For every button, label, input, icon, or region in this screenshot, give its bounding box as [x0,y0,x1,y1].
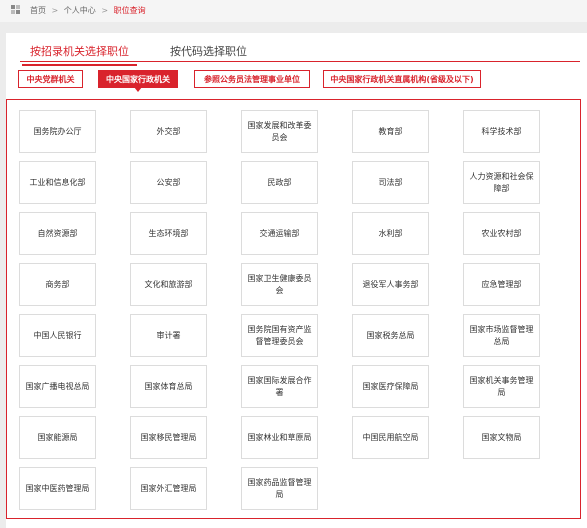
home-icon [11,5,20,14]
department-list-box: 国务院办公厅 外交部 国家发展和改革委员会 教育部 科学技术部工业和信息化部 公安部 民政部… [6,99,581,519]
department-cell[interactable]: 国家医疗保障局 [352,365,429,408]
department-cell[interactable]: 水利部 [352,212,429,255]
department-cell[interactable]: 国务院办公厅 [19,110,96,153]
department-cell[interactable]: 国家外汇管理局 [130,467,207,510]
department-cell[interactable]: 国家卫生健康委员会 [241,263,318,306]
department-cell[interactable]: 农业农村部 [463,212,540,255]
breadcrumb-separator: > [51,6,59,15]
department-cell[interactable]: 国家林业和草原局 [241,416,318,459]
department-cell[interactable]: 应急管理部 [463,263,540,306]
department-cell[interactable]: 退役军人事务部 [352,263,429,306]
department-cell[interactable]: 民政部 [241,161,318,204]
department-cell[interactable]: 科学技术部 [463,110,540,153]
tab-by-agency[interactable]: 按招录机关选择职位 [22,43,137,66]
department-cell[interactable]: 工业和信息化部 [19,161,96,204]
department-cell[interactable]: 生态环境部 [130,212,207,255]
department-cell[interactable]: 自然资源部 [19,212,96,255]
department-cell[interactable]: 文化和旅游部 [130,263,207,306]
breadcrumb: 首页 > 个人中心 > 职位查询 [30,5,149,16]
department-cell[interactable]: 人力资源和社会保障部 [463,161,540,204]
department-cell[interactable]: 国家机关事务管理局 [463,365,540,408]
department-cell[interactable]: 教育部 [352,110,429,153]
department-cell[interactable]: 司法部 [352,161,429,204]
department-cell[interactable]: 国家广播电视总局 [19,365,96,408]
department-cell[interactable]: 审计署 [130,314,207,357]
tab-by-code[interactable]: 按代码选择职位 [170,43,247,59]
department-cell[interactable]: 商务部 [19,263,96,306]
department-cell[interactable]: 国家发展和改革委员会 [241,110,318,153]
department-cell[interactable]: 国家能源局 [19,416,96,459]
category-directly-affiliated[interactable]: 中央国家行政机关直属机构(省级及以下) [323,70,481,88]
department-cell[interactable]: 国家国际发展合作署 [241,365,318,408]
department-cell[interactable]: 国家市场监督管理总局 [463,314,540,357]
position-query-panel: 按招录机关选择职位 按代码选择职位 中央党群机关 中央国家行政机关 参照公务员法… [6,33,587,528]
department-cell[interactable]: 国家文物局 [463,416,540,459]
department-cell[interactable]: 国务院国有资产监督管理委员会 [241,314,318,357]
department-cell[interactable]: 国家移民管理局 [130,416,207,459]
breadcrumb-bar: 首页 > 个人中心 > 职位查询 [0,0,587,22]
department-cell[interactable]: 国家体育总局 [130,365,207,408]
query-mode-tabs: 按招录机关选择职位 按代码选择职位 [20,39,580,66]
department-cell[interactable]: 国家中医药管理局 [19,467,96,510]
category-central-admin[interactable]: 中央国家行政机关 [98,70,178,92]
department-cell[interactable]: 国家药品监督管理局 [241,467,318,510]
breadcrumb-home-link[interactable]: 首页 [30,6,46,15]
breadcrumb-current: 职位查询 [113,6,146,15]
department-cell[interactable]: 国家税务总局 [352,314,429,357]
category-central-party[interactable]: 中央党群机关 [18,70,83,88]
category-civil-servant-law-units[interactable]: 参照公务员法管理事业单位 [194,70,310,88]
department-cell[interactable]: 中国人民银行 [19,314,96,357]
breadcrumb-personal-center-link[interactable]: 个人中心 [64,6,96,15]
department-cell[interactable]: 外交部 [130,110,207,153]
breadcrumb-separator: > [101,6,109,15]
department-cell[interactable]: 交通运输部 [241,212,318,255]
department-cell[interactable]: 公安部 [130,161,207,204]
department-cell[interactable]: 中国民用航空局 [352,416,429,459]
